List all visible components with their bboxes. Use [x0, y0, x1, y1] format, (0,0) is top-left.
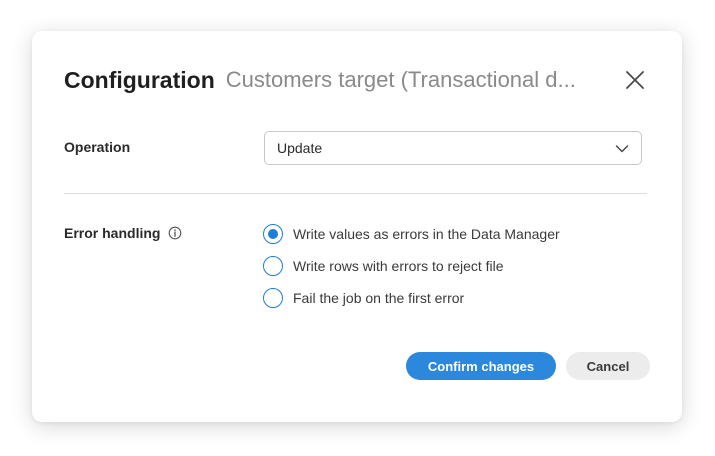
dialog-subtitle: Customers target (Transactional d... — [225, 67, 576, 92]
radio-option-write-rows[interactable]: Write rows with errors to reject file — [263, 255, 560, 277]
radio-selected-dot — [268, 229, 278, 239]
radio-option-fail-job[interactable]: Fail the job on the first error — [263, 287, 560, 309]
dialog-title: Configuration — [64, 66, 215, 93]
error-handling-label: Error handling — [64, 225, 182, 241]
error-handling-label-text: Error handling — [64, 225, 161, 241]
radio-option-label: Fail the job on the first error — [293, 290, 465, 306]
confirm-changes-button[interactable]: Confirm changes — [406, 352, 556, 380]
operation-selected-value: Update — [277, 140, 323, 156]
close-icon — [626, 71, 644, 89]
cancel-button[interactable]: Cancel — [566, 352, 650, 380]
error-handling-radio-group: Write values as errors in the Data Manag… — [263, 223, 560, 319]
close-button[interactable] — [624, 69, 646, 91]
info-icon[interactable] — [168, 226, 182, 240]
section-divider — [64, 193, 647, 194]
configuration-dialog: Configuration Customers target (Transact… — [32, 31, 682, 422]
operation-label-text: Operation — [64, 139, 131, 155]
radio-button[interactable] — [263, 256, 283, 276]
dialog-header: Configuration Customers target (Transact… — [64, 65, 650, 95]
radio-option-label: Write rows with errors to reject file — [293, 258, 504, 274]
operation-select[interactable]: Update — [264, 131, 642, 165]
radio-option-label: Write values as errors in the Data Manag… — [293, 226, 560, 242]
chevron-down-icon — [615, 145, 629, 153]
radio-button-selected[interactable] — [263, 224, 283, 244]
operation-label: Operation — [64, 139, 130, 155]
radio-button[interactable] — [263, 288, 283, 308]
radio-option-write-values[interactable]: Write values as errors in the Data Manag… — [263, 223, 560, 245]
